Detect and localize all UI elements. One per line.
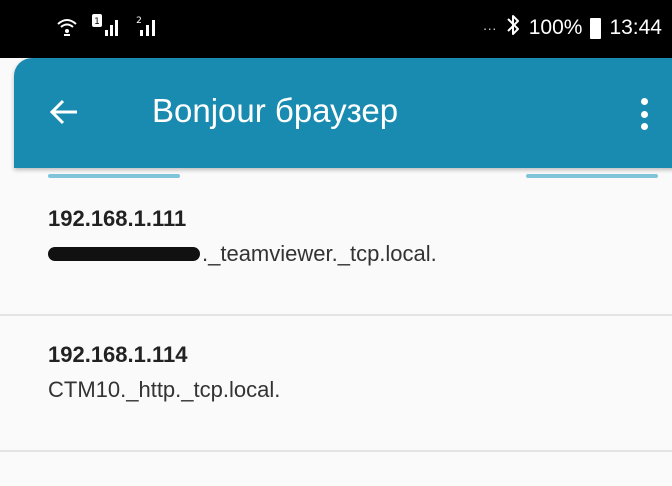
svg-text:2: 2 (136, 16, 142, 26)
overscroll-glow-left (48, 174, 180, 178)
more-vert-icon (640, 98, 648, 105)
overflow-menu-button[interactable] (632, 92, 656, 136)
battery-percent: 100% (528, 16, 583, 39)
battery-icon (590, 17, 602, 39)
back-arrow-icon (49, 99, 79, 130)
app-title: Bonjour браузер (152, 92, 399, 129)
svg-text:1: 1 (94, 17, 100, 27)
list-item[interactable]: 192.168.1.114 CTM10._http._tcp.local. (0, 316, 672, 452)
more-vert-icon-dot (640, 110, 648, 118)
service-ip: 192.168.1.114 (48, 342, 188, 367)
redacted-hostname (48, 247, 200, 261)
status-bar: 1 2 ··· 100% 13:44 (0, 0, 672, 58)
status-left-icons: 1 2 (56, 13, 160, 43)
wifi-calling-icon (56, 15, 78, 42)
more-notifications-indicator: ··· (482, 20, 497, 36)
signal-sim2-icon: 2 (134, 14, 160, 43)
service-list: 192.168.1.111 ._teamviewer._tcp.local. 1… (0, 180, 672, 452)
bluetooth-icon (505, 13, 521, 43)
service-name: CTM10._http._tcp.local. (48, 377, 281, 402)
back-button[interactable] (44, 94, 84, 134)
service-name: ._teamviewer._tcp.local. (48, 241, 437, 267)
status-time: 13:44 (609, 16, 662, 39)
service-name-suffix: ._teamviewer._tcp.local. (202, 241, 437, 266)
service-ip: 192.168.1.111 (48, 206, 187, 231)
list-item[interactable]: 192.168.1.111 ._teamviewer._tcp.local. (0, 180, 672, 316)
status-right-icons: ··· 100% 13:44 (483, 14, 662, 42)
overscroll-glow-right (526, 174, 658, 178)
phone-screen: 1 2 ··· 100% 13:44 Bonjour браузер 192.1… (0, 0, 672, 486)
signal-sim1-icon: 1 (92, 13, 120, 43)
more-vert-icon-dot (640, 123, 648, 130)
app-bar: Bonjour браузер (14, 58, 672, 168)
